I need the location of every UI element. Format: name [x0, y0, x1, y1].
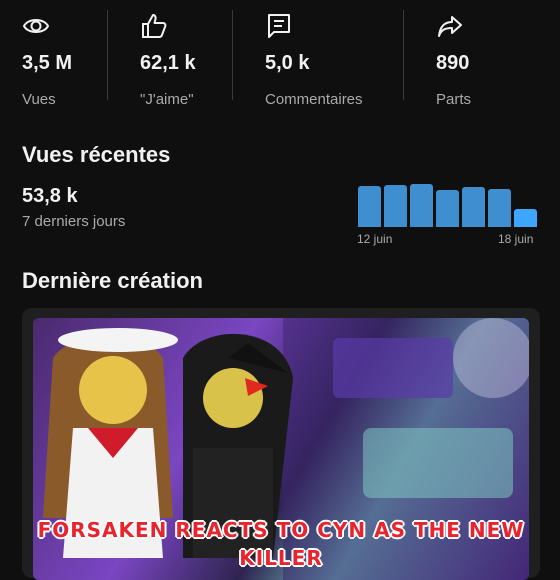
likes-label: "J'aime"	[140, 91, 194, 108]
views-value: 3,5 M	[22, 52, 73, 74]
divider	[403, 10, 404, 100]
comment-icon	[268, 14, 290, 38]
recent-views-chart[interactable]	[358, 184, 540, 227]
video-title: FORSAKEN REACTS TO CYN AS THE NEW KILLER	[37, 518, 525, 570]
chart-bar	[358, 186, 381, 227]
chart-end-date: 18 juin	[498, 232, 534, 246]
recent-views-period: 7 derniers jours	[22, 213, 126, 230]
shares-stat[interactable]: 890 Parts	[436, 12, 471, 108]
chart-start-date: 12 juin	[357, 232, 393, 246]
views-label: Vues	[22, 91, 56, 108]
thumbs-up-icon	[142, 14, 167, 38]
eye-icon	[22, 19, 50, 33]
comments-label: Commentaires	[265, 91, 363, 108]
likes-stat[interactable]: 62,1 k "J'aime"	[140, 12, 196, 108]
stats-row: 3,5 M Vues 62,1 k "J'aime" 5,0 k Comment…	[0, 0, 560, 112]
shares-value: 890	[436, 52, 470, 74]
divider	[232, 10, 233, 100]
chart-bar	[514, 209, 537, 227]
share-icon	[438, 16, 462, 37]
shares-label: Parts	[436, 91, 472, 108]
divider	[107, 10, 108, 100]
chart-bar	[488, 189, 511, 227]
likes-value: 62,1 k	[140, 52, 196, 74]
recent-views-title: Vues récentes	[22, 142, 171, 167]
chart-bar	[436, 190, 459, 227]
chart-bar	[384, 185, 407, 227]
latest-creation-title: Dernière création	[22, 268, 203, 293]
recent-views-value: 53,8 k	[22, 185, 78, 207]
video-thumbnail[interactable]: FORSAKEN REACTS TO CYN AS THE NEW KILLER	[33, 318, 529, 580]
chart-bar	[410, 184, 433, 227]
views-stat[interactable]: 3,5 M Vues	[22, 12, 72, 108]
chart-bar	[462, 187, 485, 227]
comments-stat[interactable]: 5,0 k Commentaires	[265, 12, 363, 108]
latest-video-card[interactable]: FORSAKEN REACTS TO CYN AS THE NEW KILLER	[22, 308, 540, 580]
comments-value: 5,0 k	[265, 52, 310, 74]
